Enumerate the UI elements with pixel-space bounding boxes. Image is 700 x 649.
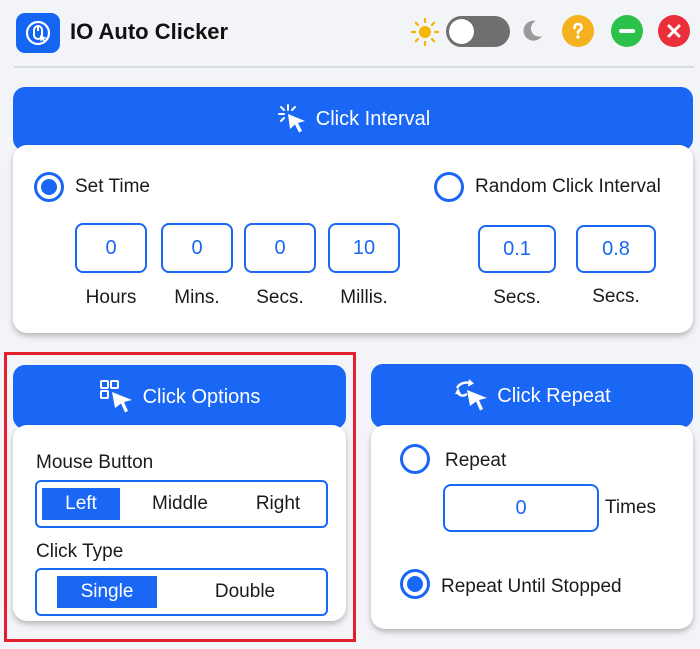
repeat-until-stopped-label: Repeat Until Stopped: [441, 576, 622, 597]
set-time-radio[interactable]: [34, 172, 64, 202]
click-repeat-header: Click Repeat: [371, 364, 693, 428]
help-button[interactable]: [562, 15, 594, 47]
click-options-title: Click Options: [142, 385, 261, 408]
mins-label: Mins.: [174, 287, 220, 308]
app-logo-icon: [16, 13, 60, 53]
repeat-cursor-icon: [455, 379, 488, 411]
click-options-header: Click Options: [13, 365, 346, 429]
cursor-click-icon: [277, 104, 305, 133]
random-min-input[interactable]: 0.1: [478, 225, 556, 273]
random-max-input[interactable]: 0.8: [576, 225, 656, 273]
random-max-label: Secs.: [592, 286, 640, 307]
radio-dot: [407, 576, 423, 592]
repeat-until-stopped-radio[interactable]: [400, 569, 430, 599]
minus-icon: [619, 29, 635, 33]
click-type-segment: Single Double: [35, 568, 328, 616]
minimize-button[interactable]: [611, 15, 643, 47]
mouse-button-middle[interactable]: Middle: [140, 488, 220, 520]
random-min-label: Secs.: [493, 287, 541, 308]
millis-label: Millis.: [340, 287, 388, 308]
millis-input[interactable]: 10: [328, 223, 400, 273]
click-interval-title: Click Interval: [315, 107, 431, 130]
hours-input[interactable]: 0: [75, 223, 147, 273]
hours-label: Hours: [85, 287, 137, 308]
question-icon: [573, 22, 583, 39]
random-interval-label: Random Click Interval: [475, 176, 661, 197]
close-icon: [667, 24, 681, 38]
moon-icon: [518, 17, 546, 50]
set-time-label: Set Time: [75, 176, 150, 197]
app-title: IO Auto Clicker: [70, 19, 229, 44]
random-interval-radio[interactable]: [434, 172, 464, 202]
click-repeat-card: Repeat 0 Times Repeat Until Stopped: [371, 425, 693, 629]
title-divider: [14, 66, 694, 68]
mouse-button-label: Mouse Button: [36, 452, 154, 473]
secs-label: Secs.: [256, 287, 304, 308]
theme-toggle[interactable]: [446, 16, 510, 47]
click-interval-card: Set Time Random Click Interval 0 Hours 0…: [13, 145, 693, 333]
repeat-label: Repeat: [445, 450, 507, 471]
mouse-button-left[interactable]: Left: [42, 488, 120, 520]
secs-input[interactable]: 0: [244, 223, 316, 273]
mouse-button-segment: Left Middle Right: [35, 480, 328, 528]
repeat-radio[interactable]: [400, 444, 430, 474]
close-button[interactable]: [658, 15, 690, 47]
click-repeat-title: Click Repeat: [497, 384, 611, 407]
repeat-count-input[interactable]: 0: [443, 484, 599, 532]
radio-dot: [41, 179, 57, 195]
click-interval-header: Click Interval: [13, 87, 693, 151]
mouse-button-right[interactable]: Right: [238, 488, 318, 520]
click-type-double[interactable]: Double: [195, 576, 295, 608]
times-label: Times: [605, 497, 657, 518]
mins-input[interactable]: 0: [161, 223, 233, 273]
toggle-knob: [449, 19, 474, 44]
sun-icon: [410, 17, 440, 52]
grid-cursor-icon: [99, 380, 132, 413]
click-type-label: Click Type: [36, 541, 124, 562]
click-options-card: Mouse Button Left Middle Right Click Typ…: [13, 425, 346, 621]
click-type-single[interactable]: Single: [57, 576, 157, 608]
